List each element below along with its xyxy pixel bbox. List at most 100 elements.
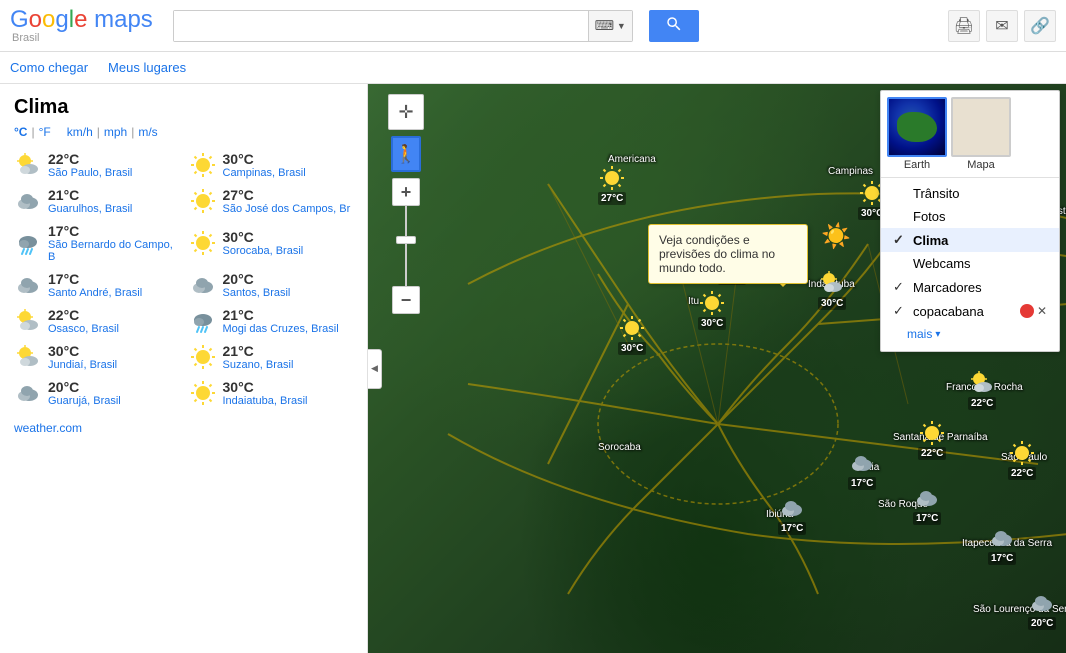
map-marker-5[interactable]: 30°C bbox=[818, 269, 846, 310]
layer-transito-label: Trânsito bbox=[913, 186, 1047, 201]
weather-item-1[interactable]: 30°C Campinas, Brasil bbox=[189, 151, 354, 179]
search-button[interactable] bbox=[649, 10, 699, 42]
map-marker-13[interactable]: 17°C bbox=[778, 494, 806, 535]
weather-city-5[interactable]: Sorocaba, Brasil bbox=[223, 245, 304, 257]
weather-city-0[interactable]: São Paulo, Brasil bbox=[48, 167, 132, 179]
layer-menu: Trânsito Fotos ✓ Clima Webcams ✓ Marcado… bbox=[881, 178, 1059, 351]
map-marker-7[interactable]: 30°C bbox=[698, 289, 726, 330]
layer-copacabana[interactable]: ✓ copacabana ✕ bbox=[881, 299, 1059, 323]
weather-city-1[interactable]: Campinas, Brasil bbox=[223, 167, 306, 179]
unit-mph[interactable]: mph bbox=[104, 125, 127, 139]
map-marker-11[interactable]: 22°C bbox=[1008, 439, 1036, 480]
weather-city-3[interactable]: São José dos Campos, Br bbox=[223, 203, 351, 215]
zoom-thumb[interactable] bbox=[396, 236, 416, 244]
weather-city-6[interactable]: Santo André, Brasil bbox=[48, 287, 142, 299]
layer-fotos-label: Fotos bbox=[913, 209, 1047, 224]
map-weather-icon-12 bbox=[848, 449, 876, 477]
weather-city-9[interactable]: Mogi das Cruzes, Brasil bbox=[223, 323, 339, 335]
link-button[interactable]: 🔗 bbox=[1024, 10, 1056, 42]
map-marker-3[interactable]: 27°C bbox=[598, 164, 626, 205]
layer-webcams[interactable]: Webcams bbox=[881, 252, 1059, 275]
map-marker-14[interactable]: 17°C bbox=[913, 484, 941, 525]
weather-temp-9: 21°C bbox=[223, 307, 339, 323]
weather-icon-12 bbox=[14, 379, 42, 407]
unit-kmh[interactable]: km/h bbox=[67, 125, 93, 139]
navigation-control[interactable]: ✛ bbox=[388, 94, 424, 130]
tooltip-balloon: Veja condições e previsões do clima no m… bbox=[648, 224, 808, 284]
weather-city-4[interactable]: São Bernardo do Campo, B bbox=[48, 239, 179, 263]
weather-item-3[interactable]: 27°C São José dos Campos, Br bbox=[189, 187, 354, 215]
main: Clima °C | °F km/h | mph | m/s bbox=[0, 84, 1066, 653]
compass-icon: ✛ bbox=[398, 102, 413, 123]
unit-fahrenheit[interactable]: °F bbox=[39, 125, 51, 139]
weather-temp-3: 27°C bbox=[223, 187, 351, 203]
weather-grid: 22°C São Paulo, Brasil 30°C Campinas, Br… bbox=[14, 151, 353, 407]
map-marker-10[interactable]: 22°C bbox=[918, 419, 946, 460]
weather-item-6[interactable]: 17°C Santo André, Brasil bbox=[14, 271, 179, 299]
weather-temp-1: 30°C bbox=[223, 151, 306, 167]
map-temp-8: 30°C bbox=[618, 342, 646, 355]
weather-city-8[interactable]: Osasco, Brasil bbox=[48, 323, 119, 335]
map-marker-17[interactable]: 17°C bbox=[988, 524, 1016, 565]
map-temp-12: 17°C bbox=[848, 477, 876, 490]
weather-icon-3 bbox=[189, 187, 217, 215]
sidebar: Clima °C | °F km/h | mph | m/s bbox=[0, 84, 368, 653]
mapa-thumb[interactable]: Mapa bbox=[951, 97, 1011, 171]
tooltip-sun-icon: ☀️ bbox=[821, 222, 851, 251]
map-temp-3: 27°C bbox=[598, 192, 626, 205]
weather-city-7[interactable]: Santos, Brasil bbox=[223, 287, 291, 299]
nav-meus-lugares[interactable]: Meus lugares bbox=[108, 60, 186, 75]
map-weather-icon-9 bbox=[968, 369, 996, 397]
weather-item-13[interactable]: 30°C Indaiatuba, Brasil bbox=[189, 379, 354, 407]
weather-item-11[interactable]: 21°C Suzano, Brasil bbox=[189, 343, 354, 371]
layer-fotos[interactable]: Fotos bbox=[881, 205, 1059, 228]
weather-item-12[interactable]: 20°C Guarujá, Brasil bbox=[14, 379, 179, 407]
weather-city-2[interactable]: Guarulhos, Brasil bbox=[48, 203, 132, 215]
copacabana-remove-icon[interactable]: ✕ bbox=[1037, 304, 1047, 318]
weather-city-13[interactable]: Indaiatuba, Brasil bbox=[223, 395, 308, 407]
weather-item-9[interactable]: 21°C Mogi das Cruzes, Brasil bbox=[189, 307, 354, 335]
nav-como-chegar[interactable]: Como chegar bbox=[10, 60, 88, 75]
weather-item-0[interactable]: 22°C São Paulo, Brasil bbox=[14, 151, 179, 179]
keyboard-button[interactable]: ⌨ ▼ bbox=[588, 11, 632, 41]
email-button[interactable]: ✉ bbox=[986, 10, 1018, 42]
layer-clima[interactable]: ✓ Clima bbox=[881, 228, 1059, 252]
map-marker-20[interactable]: 20°C bbox=[1028, 589, 1056, 630]
collapse-button[interactable]: ◀ bbox=[368, 349, 382, 389]
weather-item-10[interactable]: 30°C Jundiaí, Brasil bbox=[14, 343, 179, 371]
map-weather-icon-8 bbox=[618, 314, 646, 342]
weather-item-4[interactable]: 17°C São Bernardo do Campo, B bbox=[14, 223, 179, 263]
pegman-control[interactable]: 🚶 bbox=[391, 136, 421, 172]
map-weather-icon-20 bbox=[1028, 589, 1056, 617]
weather-item-5[interactable]: 30°C Sorocaba, Brasil bbox=[189, 223, 354, 263]
map-area[interactable]: 30°C 30°C 21°C bbox=[368, 84, 1066, 653]
unit-celsius[interactable]: °C bbox=[14, 125, 27, 139]
weather-city-12[interactable]: Guarujá, Brasil bbox=[48, 395, 121, 407]
layer-marcadores[interactable]: ✓ Marcadores bbox=[881, 275, 1059, 299]
weather-item-8[interactable]: 22°C Osasco, Brasil bbox=[14, 307, 179, 335]
mais-link[interactable]: mais ▾ bbox=[881, 323, 1059, 347]
weather-icon-8 bbox=[14, 307, 42, 335]
zoom-out-button[interactable]: − bbox=[392, 286, 420, 314]
map-marker-12[interactable]: 17°C bbox=[848, 449, 876, 490]
weather-city-11[interactable]: Suzano, Brasil bbox=[223, 359, 294, 371]
earth-thumb[interactable]: Earth bbox=[887, 97, 947, 171]
unit-ms[interactable]: m/s bbox=[138, 125, 157, 139]
map-marker-8[interactable]: 30°C bbox=[618, 314, 646, 355]
print-button[interactable]: 🖨 bbox=[948, 10, 980, 42]
weather-credit-link[interactable]: weather.com bbox=[14, 421, 353, 435]
weather-icon-1 bbox=[189, 151, 217, 179]
map-temp-17: 17°C bbox=[988, 552, 1016, 565]
weather-city-10[interactable]: Jundiaí, Brasil bbox=[48, 359, 117, 371]
map-weather-icon-7 bbox=[698, 289, 726, 317]
weather-item-2[interactable]: 21°C Guarulhos, Brasil bbox=[14, 187, 179, 215]
weather-item-7[interactable]: 20°C Santos, Brasil bbox=[189, 271, 354, 299]
search-input[interactable] bbox=[174, 11, 588, 41]
zoom-in-button[interactable]: + bbox=[392, 178, 420, 206]
map-marker-9[interactable]: 22°C bbox=[968, 369, 996, 410]
zoom-slider[interactable] bbox=[392, 206, 420, 286]
layer-transito[interactable]: Trânsito bbox=[881, 182, 1059, 205]
weather-temp-13: 30°C bbox=[223, 379, 308, 395]
weather-temp-0: 22°C bbox=[48, 151, 132, 167]
copacabana-red-dot bbox=[1020, 304, 1034, 318]
